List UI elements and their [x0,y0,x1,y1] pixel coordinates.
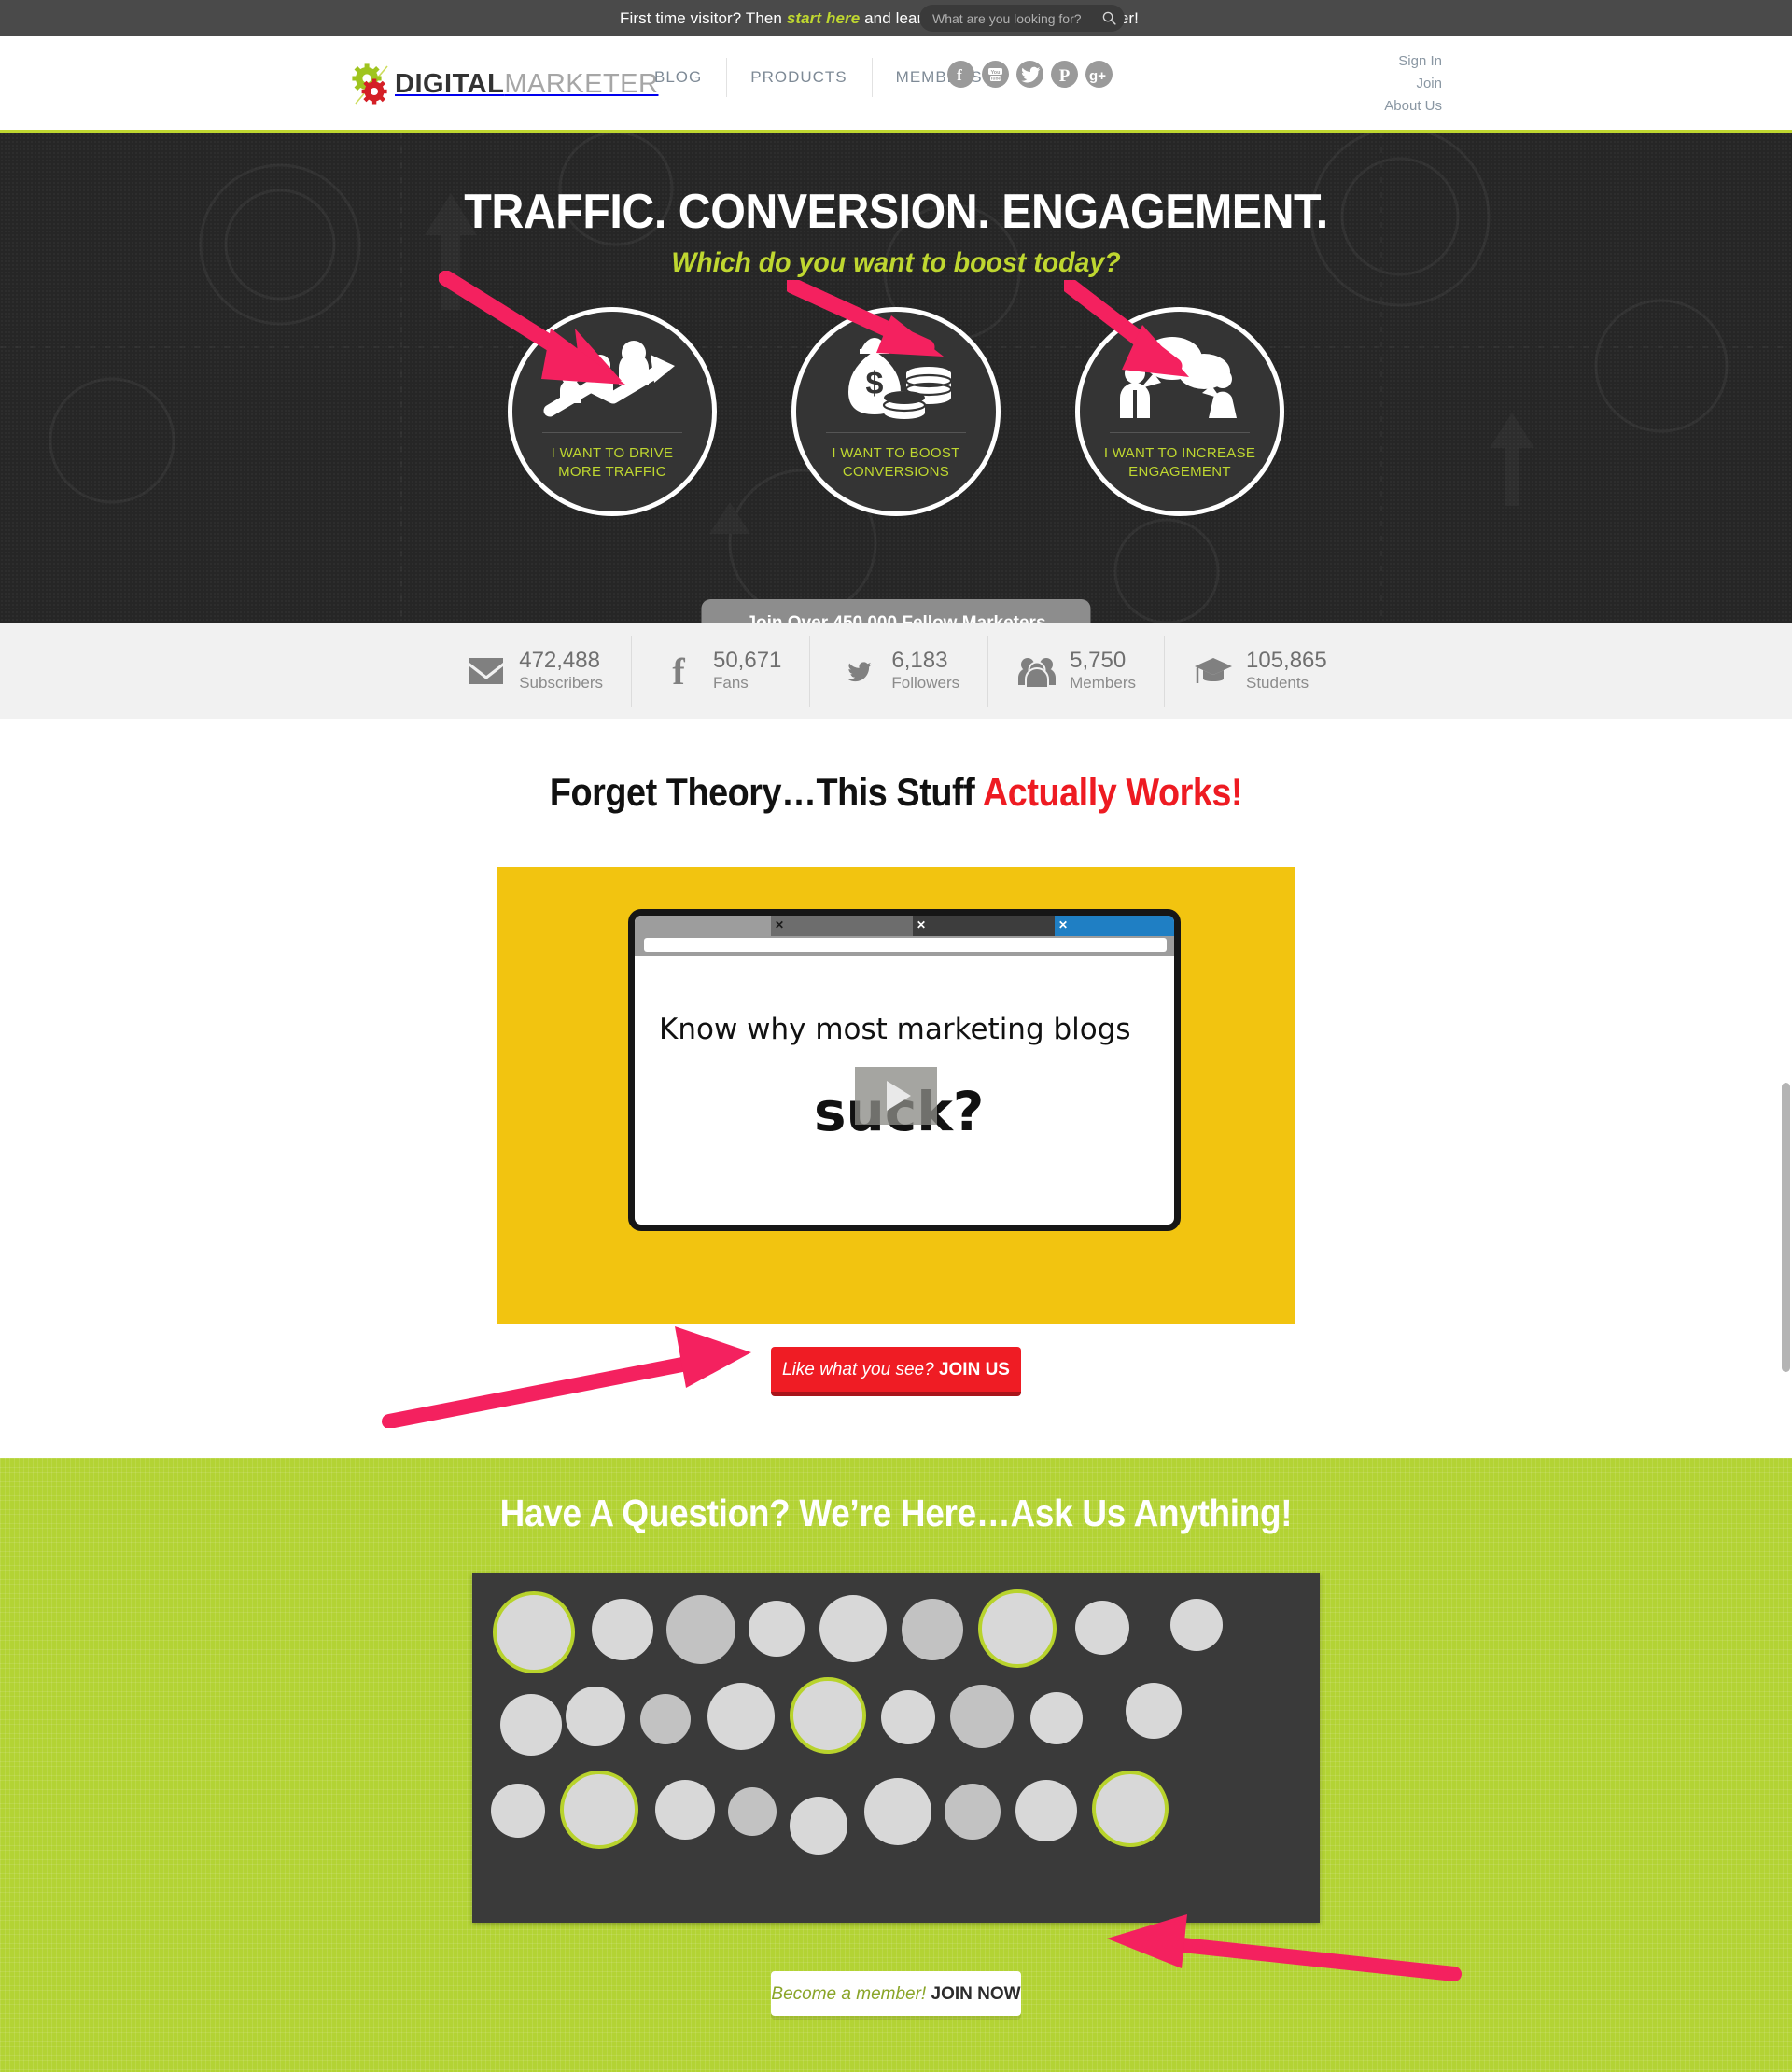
video-section: Forget Theory…This Stuff Actually Works!… [0,719,1792,1458]
stat-number: 50,671 [712,647,782,673]
ask-us-section: Have A Question? We’re Here…Ask Us Anyth… [0,1458,1792,2072]
twitter-icon [837,651,880,691]
site-header: DIGITALMARKETER BLOG PRODUCTS MEMBERS f … [0,36,1792,133]
account-links: Sign In Join About Us [1384,50,1442,118]
social-stats-bar: 472,488 Subscribers f 50,671 Fans 6,183 … [0,623,1792,719]
start-here-link[interactable]: start here [787,9,860,27]
stat-label: Members [1070,673,1136,692]
join-us-italic-label: Like what you see? [782,1360,934,1379]
stat-students: 105,865 Students [1164,635,1355,707]
tab-close-icon: ✕ [775,918,785,931]
join-us-bold-label: JOIN US [938,1360,1010,1379]
circle-divider [826,432,966,433]
social-links: f You Tube P g+ [947,61,1113,88]
top-announcement-bar: First time visitor? Then start here and … [0,0,1792,36]
circle-label-engagement: I WANT TO INCREASE ENGAGEMENT [1103,445,1256,480]
logo-text-bold: DIGITAL [395,68,505,99]
announcement-text-before: First time visitor? Then [619,8,787,27]
youtube-icon[interactable]: You Tube [982,61,1009,88]
facebook-icon: f [659,651,702,691]
site-search[interactable] [919,5,1125,32]
people-speech-bubbles-icon [1114,323,1245,430]
circle-link-engagement[interactable]: I WANT TO INCREASE ENGAGEMENT [1075,307,1284,516]
stat-members: 5,750 Members [987,635,1164,707]
nav-item-products[interactable]: PRODUCTS [726,58,871,97]
svg-text:You: You [991,70,1001,76]
svg-text:f: f [957,66,962,84]
stat-label: Fans [712,673,749,692]
thumbnail-line-1: Know why most marketing blogs [659,1013,1131,1046]
facebook-icon[interactable]: f [947,61,974,88]
join-us-button[interactable]: Like what you see? JOIN US [771,1347,1021,1396]
stat-label: Subscribers [519,673,603,692]
ask-us-title: Have A Question? We’re Here…Ask Us Anyth… [499,1491,1293,1534]
circle-divider [1110,432,1250,433]
svg-text:P: P [1059,66,1071,86]
circle-label-traffic: I WANT TO DRIVE MORE TRAFFIC [551,445,674,480]
circle-divider [542,432,682,433]
search-icon[interactable] [1101,10,1117,26]
svg-text:f: f [672,652,685,690]
video-player[interactable]: ✕ ✕ ✕ Know why most marketing blogs suck… [497,867,1295,1324]
stat-subscribers: 472,488 Subscribers [437,636,631,707]
gears-logo-icon [350,63,393,105]
join-link[interactable]: Join [1416,73,1442,95]
sign-in-link[interactable]: Sign In [1398,50,1442,73]
stat-label: Followers [891,673,960,692]
join-over-banner[interactable]: Join Over 450,000 Fellow Marketers [701,599,1091,623]
video-title-accent: Actually Works! [982,770,1243,814]
stat-number: 472,488 [519,647,600,673]
hero-title: TRAFFIC. CONVERSION. ENGAGEMENT. [464,185,1328,239]
stat-number: 105,865 [1246,647,1327,673]
page-scrollbar[interactable] [1782,1083,1790,1372]
hero-circle-links: I WANT TO DRIVE MORE TRAFFIC $ I WANT TO… [336,307,1456,516]
tab-close-icon: ✕ [1058,918,1069,931]
svg-text:$: $ [866,366,884,401]
community-faces-image [472,1573,1320,1923]
twitter-icon[interactable] [1016,61,1043,88]
circle-label-conversions: I WANT TO BOOST CONVERSIONS [832,445,960,480]
people-growth-icon [542,323,682,430]
envelope-icon [465,651,508,691]
search-input[interactable] [932,10,1101,26]
tab-close-icon: ✕ [917,918,927,931]
graduation-cap-icon [1192,651,1235,691]
join-now-italic-label: Become a member! [771,1984,927,2004]
svg-text:g+: g+ [1089,68,1106,84]
join-now-button[interactable]: Become a member! JOIN NOW [771,1971,1021,2016]
hero-section: TRAFFIC. CONVERSION. ENGAGEMENT. Which d… [0,133,1792,623]
circle-link-conversions[interactable]: $ I WANT TO BOOST CONVERSIONS [791,307,1001,516]
stat-number: 5,750 [1070,647,1127,673]
hero-subtitle: Which do you want to boost today? [671,247,1121,278]
circle-link-traffic[interactable]: I WANT TO DRIVE MORE TRAFFIC [508,307,717,516]
money-bag-coins-icon: $ [835,323,957,430]
video-title-plain: Forget Theory…This Stuff [549,770,983,814]
video-section-title: Forget Theory…This Stuff Actually Works! [90,770,1702,815]
svg-text:Tube: Tube [990,77,1001,82]
site-logo[interactable]: DIGITALMARKETER [350,63,658,105]
nav-item-blog[interactable]: BLOG [630,68,726,87]
browser-chrome: ✕ ✕ ✕ [635,916,1174,956]
stat-fans: f 50,671 Fans [630,635,809,707]
play-icon[interactable] [855,1067,937,1125]
stat-number: 6,183 [891,647,948,673]
stat-label: Students [1246,673,1309,692]
about-us-link[interactable]: About Us [1384,95,1442,118]
browser-tab-3: ✕ [1055,916,1174,936]
group-icon [1015,651,1058,691]
browser-tab-1: ✕ [771,916,913,936]
googleplus-icon[interactable]: g+ [1085,61,1113,88]
pinterest-icon[interactable]: P [1051,61,1078,88]
browser-address-bar [644,938,1167,952]
browser-tab-2: ✕ [913,916,1055,936]
join-now-bold-label: JOIN NOW [931,1984,1021,2004]
stat-followers: 6,183 Followers [809,635,987,707]
